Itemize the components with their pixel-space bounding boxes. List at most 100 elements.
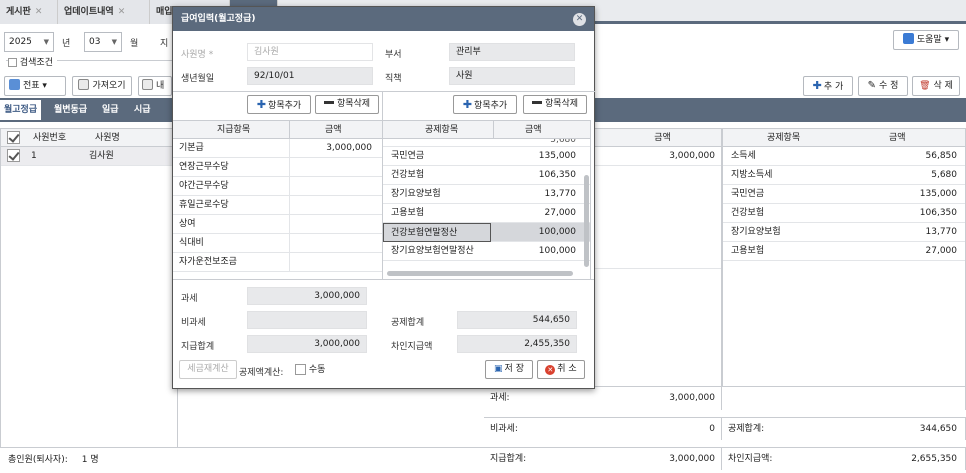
table-row[interactable]: 1 김사원 (1, 147, 177, 166)
deduction-items-panel: ✚ 항목추가 항목삭제 공제항목 금액 5,680 국민연금 135,000 건강보… (383, 91, 595, 280)
nontaxable-label: 비과세 (181, 318, 206, 328)
grid-footer: 과세: 3,000,000 비과세: 0 지급합계: 3,000,000 공제합계: 3… (484, 386, 966, 473)
col-header-ded-item: 공제항목 (425, 125, 459, 135)
edit-button[interactable]: ✎ 수 정 (858, 76, 908, 96)
search-condition-toggle[interactable]: 검색조건 (8, 55, 57, 68)
add-button[interactable]: ✚ 추 가 (803, 76, 853, 96)
deduction-items-grid: 공제항목 금액 5,680 국민연금 135,000 건강보험 106,350 장기… (383, 120, 591, 280)
month-select[interactable]: 03 ▼ (84, 32, 122, 52)
table-row[interactable]: 상여 (173, 215, 382, 234)
plus-icon: ✚ (462, 98, 473, 111)
import-icon (78, 79, 90, 90)
tab-daily[interactable]: 일급 (98, 100, 123, 120)
close-icon[interactable]: ✕ (573, 13, 586, 26)
voucher-button[interactable]: 전표 ▾ (4, 76, 66, 96)
table-row[interactable]: 장기요양보험연말정산 100,000 (383, 242, 590, 261)
table-row[interactable]: 야간근무수당 (173, 177, 382, 196)
table-row[interactable]: 국민연금 135,000 (723, 185, 965, 204)
deduction-calc-label: 공제액계산: (239, 368, 284, 378)
table-row[interactable]: 연장근무수당 (173, 158, 382, 177)
tab-board[interactable]: 게시판 ✕ (0, 0, 58, 24)
book-icon (902, 33, 914, 44)
deduction-total-field: 544,650 (457, 311, 577, 329)
tab-monthly-fixed[interactable]: 월고정급 (0, 100, 42, 120)
taxable-label: 과세 (181, 294, 198, 304)
year-unit-label: 년 (62, 39, 71, 49)
table-row[interactable]: 식대비 (173, 234, 382, 253)
period-label: 지 (160, 39, 169, 49)
help-button[interactable]: 도움말 ▾ (893, 30, 959, 50)
cancel-icon: ✕ (545, 365, 556, 375)
tax-recalc-button[interactable]: 세금재계산 (179, 360, 237, 379)
table-row[interactable]: 장기요양보험 13,770 (383, 185, 590, 204)
vertical-scrollbar[interactable] (584, 175, 589, 267)
table-row[interactable]: 기본급 3,000,000 (173, 139, 382, 158)
pay-items-panel: ✚ 항목추가 항목삭제 지급항목 금액 기본급 3,000,000 연장근무수당 야… (173, 91, 383, 280)
minus-icon (531, 101, 542, 104)
nontaxable-field (247, 311, 367, 329)
close-icon[interactable]: ✕ (118, 7, 126, 17)
tab-hourly[interactable]: 시급 (130, 100, 155, 120)
import-button[interactable]: 가져오기 (72, 76, 132, 96)
table-row[interactable]: 소득세 56,850 (723, 147, 965, 166)
save-button[interactable]: ▣ 저 장 (485, 360, 533, 379)
table-row[interactable]: 지방소득세 5,680 (723, 166, 965, 185)
tab-monthly-variable[interactable]: 월변동급 (50, 100, 91, 120)
payroll-entry-dialog: 급여입력(월고정급) ✕ 사원명 * 김사원 부서 관리부 생년월일 92/10… (172, 6, 595, 389)
table-row[interactable]: 장기요양보험 13,770 (723, 223, 965, 242)
birth-label: 생년월일 (181, 74, 215, 84)
employee-grid: 사원번호 사원명 1 김사원 (0, 128, 178, 448)
ded-delete-item-button[interactable]: 항목삭제 (523, 95, 587, 114)
emp-name-field[interactable]: 김사원 (247, 43, 373, 61)
trash-icon: 🗑 (919, 81, 931, 91)
pay-total-field: 3,000,000 (247, 335, 367, 353)
close-icon[interactable]: ✕ (35, 7, 43, 17)
chevron-down-icon: ▼ (43, 38, 49, 46)
dept-label: 부서 (385, 50, 402, 60)
col-header-emp-name: 사원명 (95, 133, 120, 143)
deduction-total-label: 공제합계 (391, 318, 425, 328)
pay-total-label: 지급합계 (181, 342, 215, 352)
dialog-header: 급여입력(월고정급) ✕ (173, 7, 594, 31)
net-pay-field: 2,455,350 (457, 335, 577, 353)
manual-checkbox[interactable]: 수동 (295, 362, 325, 375)
ded-add-item-button[interactable]: ✚ 항목추가 (453, 95, 517, 114)
position-label: 직책 (385, 74, 402, 84)
export-button[interactable]: 내 (138, 76, 172, 96)
col-header-ded-amount: 금액 (525, 125, 542, 135)
chevron-down-icon: ▼ (111, 38, 117, 46)
position-field: 사원 (449, 67, 575, 85)
delete-button[interactable]: 🗑 삭 제 (912, 76, 960, 96)
dialog-title: 급여입력(월고정급) (181, 14, 256, 24)
table-row[interactable]: 고용보험 27,000 (383, 204, 590, 223)
row-checkbox[interactable] (7, 149, 20, 162)
col-header-emp-no: 사원번호 (33, 133, 67, 143)
birth-field: 92/10/01 (247, 67, 373, 85)
table-row[interactable]: 5,680 (383, 139, 590, 147)
plus-icon: ✚ (256, 98, 267, 111)
dept-field: 관리부 (449, 43, 575, 61)
table-row[interactable]: 건강보험 106,350 (723, 204, 965, 223)
taxable-field: 3,000,000 (247, 287, 367, 305)
pay-add-item-button[interactable]: ✚ 항목추가 (247, 95, 311, 114)
table-row[interactable]: 국민연금 135,000 (383, 147, 590, 166)
table-row-selected[interactable]: 건강보험연말정산 100,000 (383, 223, 590, 242)
col-header-pay-item: 지급항목 (217, 125, 251, 135)
select-all-checkbox[interactable] (7, 131, 20, 144)
table-row[interactable]: 건강보험 106,350 (383, 166, 590, 185)
table-row[interactable]: 휴일근로수당 (173, 196, 382, 215)
month-unit-label: 월 (130, 39, 139, 49)
tab-update-history[interactable]: 업데이트내역 ✕ (58, 0, 150, 24)
checkbox[interactable] (8, 58, 17, 67)
calendar-icon (9, 79, 20, 90)
pay-delete-item-button[interactable]: 항목삭제 (315, 95, 379, 114)
checkbox[interactable] (295, 364, 306, 375)
export-icon (142, 79, 153, 90)
horizontal-scrollbar[interactable] (387, 271, 573, 276)
cancel-button[interactable]: ✕ 취 소 (537, 360, 585, 379)
minus-icon (323, 101, 334, 104)
table-row[interactable]: 고용보험 27,000 (723, 242, 965, 261)
table-row[interactable]: 자가운전보조금 (173, 253, 382, 272)
year-select[interactable]: 2025 ▼ (4, 32, 54, 52)
col-header-pay-amount: 금액 (325, 125, 342, 135)
